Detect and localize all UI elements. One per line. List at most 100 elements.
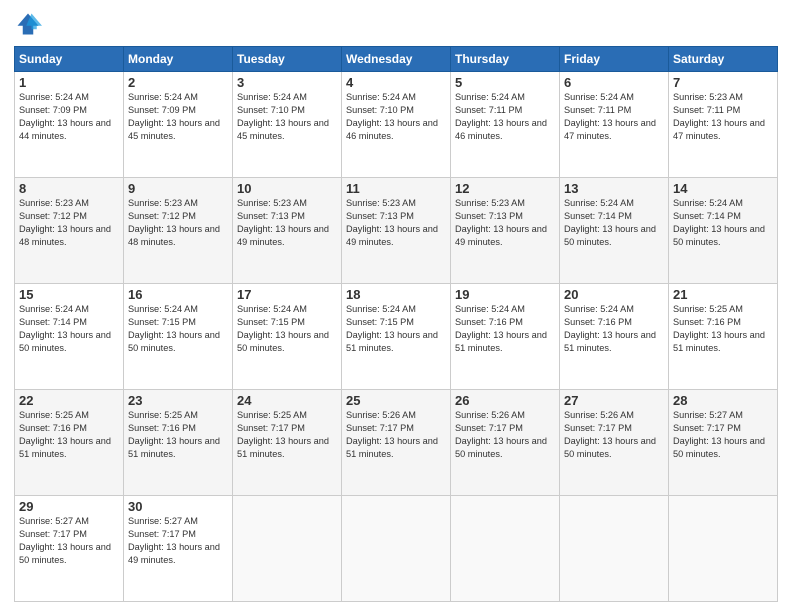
calendar-cell bbox=[451, 496, 560, 602]
calendar-cell bbox=[560, 496, 669, 602]
day-info: Sunrise: 5:24 AMSunset: 7:10 PMDaylight:… bbox=[346, 91, 446, 143]
day-number: 13 bbox=[564, 181, 664, 196]
calendar-week-row: 15Sunrise: 5:24 AMSunset: 7:14 PMDayligh… bbox=[15, 284, 778, 390]
logo-icon bbox=[14, 10, 42, 38]
calendar-cell: 21Sunrise: 5:25 AMSunset: 7:16 PMDayligh… bbox=[669, 284, 778, 390]
day-number: 22 bbox=[19, 393, 119, 408]
calendar-cell: 3Sunrise: 5:24 AMSunset: 7:10 PMDaylight… bbox=[233, 72, 342, 178]
day-info: Sunrise: 5:23 AMSunset: 7:12 PMDaylight:… bbox=[128, 197, 228, 249]
calendar-cell: 11Sunrise: 5:23 AMSunset: 7:13 PMDayligh… bbox=[342, 178, 451, 284]
day-number: 29 bbox=[19, 499, 119, 514]
calendar-cell: 22Sunrise: 5:25 AMSunset: 7:16 PMDayligh… bbox=[15, 390, 124, 496]
calendar-cell: 10Sunrise: 5:23 AMSunset: 7:13 PMDayligh… bbox=[233, 178, 342, 284]
calendar-cell bbox=[669, 496, 778, 602]
day-info: Sunrise: 5:24 AMSunset: 7:14 PMDaylight:… bbox=[564, 197, 664, 249]
day-number: 1 bbox=[19, 75, 119, 90]
day-info: Sunrise: 5:25 AMSunset: 7:16 PMDaylight:… bbox=[128, 409, 228, 461]
calendar-cell: 4Sunrise: 5:24 AMSunset: 7:10 PMDaylight… bbox=[342, 72, 451, 178]
calendar-cell: 26Sunrise: 5:26 AMSunset: 7:17 PMDayligh… bbox=[451, 390, 560, 496]
calendar-cell: 24Sunrise: 5:25 AMSunset: 7:17 PMDayligh… bbox=[233, 390, 342, 496]
calendar-cell bbox=[342, 496, 451, 602]
calendar-week-row: 1Sunrise: 5:24 AMSunset: 7:09 PMDaylight… bbox=[15, 72, 778, 178]
day-info: Sunrise: 5:25 AMSunset: 7:16 PMDaylight:… bbox=[673, 303, 773, 355]
day-info: Sunrise: 5:23 AMSunset: 7:12 PMDaylight:… bbox=[19, 197, 119, 249]
calendar-cell: 18Sunrise: 5:24 AMSunset: 7:15 PMDayligh… bbox=[342, 284, 451, 390]
day-number: 9 bbox=[128, 181, 228, 196]
header bbox=[14, 10, 778, 38]
day-number: 28 bbox=[673, 393, 773, 408]
day-number: 11 bbox=[346, 181, 446, 196]
day-info: Sunrise: 5:23 AMSunset: 7:13 PMDaylight:… bbox=[455, 197, 555, 249]
calendar-cell: 28Sunrise: 5:27 AMSunset: 7:17 PMDayligh… bbox=[669, 390, 778, 496]
calendar-cell: 7Sunrise: 5:23 AMSunset: 7:11 PMDaylight… bbox=[669, 72, 778, 178]
day-number: 16 bbox=[128, 287, 228, 302]
day-info: Sunrise: 5:26 AMSunset: 7:17 PMDaylight:… bbox=[564, 409, 664, 461]
calendar-cell: 30Sunrise: 5:27 AMSunset: 7:17 PMDayligh… bbox=[124, 496, 233, 602]
day-number: 26 bbox=[455, 393, 555, 408]
day-number: 10 bbox=[237, 181, 337, 196]
page: SundayMondayTuesdayWednesdayThursdayFrid… bbox=[0, 0, 792, 612]
weekday-header: Friday bbox=[560, 47, 669, 72]
day-info: Sunrise: 5:23 AMSunset: 7:11 PMDaylight:… bbox=[673, 91, 773, 143]
calendar-cell: 1Sunrise: 5:24 AMSunset: 7:09 PMDaylight… bbox=[15, 72, 124, 178]
day-info: Sunrise: 5:24 AMSunset: 7:16 PMDaylight:… bbox=[455, 303, 555, 355]
day-info: Sunrise: 5:23 AMSunset: 7:13 PMDaylight:… bbox=[346, 197, 446, 249]
calendar-cell: 16Sunrise: 5:24 AMSunset: 7:15 PMDayligh… bbox=[124, 284, 233, 390]
day-number: 24 bbox=[237, 393, 337, 408]
day-info: Sunrise: 5:24 AMSunset: 7:16 PMDaylight:… bbox=[564, 303, 664, 355]
calendar-week-row: 8Sunrise: 5:23 AMSunset: 7:12 PMDaylight… bbox=[15, 178, 778, 284]
day-info: Sunrise: 5:26 AMSunset: 7:17 PMDaylight:… bbox=[346, 409, 446, 461]
day-number: 19 bbox=[455, 287, 555, 302]
day-number: 8 bbox=[19, 181, 119, 196]
day-info: Sunrise: 5:24 AMSunset: 7:11 PMDaylight:… bbox=[564, 91, 664, 143]
day-info: Sunrise: 5:24 AMSunset: 7:09 PMDaylight:… bbox=[128, 91, 228, 143]
calendar-cell: 5Sunrise: 5:24 AMSunset: 7:11 PMDaylight… bbox=[451, 72, 560, 178]
day-number: 23 bbox=[128, 393, 228, 408]
weekday-header-row: SundayMondayTuesdayWednesdayThursdayFrid… bbox=[15, 47, 778, 72]
weekday-header: Sunday bbox=[15, 47, 124, 72]
weekday-header: Tuesday bbox=[233, 47, 342, 72]
weekday-header: Thursday bbox=[451, 47, 560, 72]
day-info: Sunrise: 5:25 AMSunset: 7:16 PMDaylight:… bbox=[19, 409, 119, 461]
day-info: Sunrise: 5:24 AMSunset: 7:15 PMDaylight:… bbox=[128, 303, 228, 355]
logo bbox=[14, 10, 46, 38]
calendar-cell: 29Sunrise: 5:27 AMSunset: 7:17 PMDayligh… bbox=[15, 496, 124, 602]
calendar-cell: 17Sunrise: 5:24 AMSunset: 7:15 PMDayligh… bbox=[233, 284, 342, 390]
day-number: 2 bbox=[128, 75, 228, 90]
calendar-cell: 13Sunrise: 5:24 AMSunset: 7:14 PMDayligh… bbox=[560, 178, 669, 284]
day-info: Sunrise: 5:27 AMSunset: 7:17 PMDaylight:… bbox=[19, 515, 119, 567]
calendar-cell: 23Sunrise: 5:25 AMSunset: 7:16 PMDayligh… bbox=[124, 390, 233, 496]
day-info: Sunrise: 5:24 AMSunset: 7:09 PMDaylight:… bbox=[19, 91, 119, 143]
weekday-header: Monday bbox=[124, 47, 233, 72]
day-number: 25 bbox=[346, 393, 446, 408]
calendar-cell: 6Sunrise: 5:24 AMSunset: 7:11 PMDaylight… bbox=[560, 72, 669, 178]
day-number: 12 bbox=[455, 181, 555, 196]
day-number: 14 bbox=[673, 181, 773, 196]
day-number: 27 bbox=[564, 393, 664, 408]
day-info: Sunrise: 5:25 AMSunset: 7:17 PMDaylight:… bbox=[237, 409, 337, 461]
day-info: Sunrise: 5:27 AMSunset: 7:17 PMDaylight:… bbox=[128, 515, 228, 567]
day-number: 30 bbox=[128, 499, 228, 514]
day-number: 18 bbox=[346, 287, 446, 302]
calendar-cell: 2Sunrise: 5:24 AMSunset: 7:09 PMDaylight… bbox=[124, 72, 233, 178]
day-info: Sunrise: 5:24 AMSunset: 7:15 PMDaylight:… bbox=[346, 303, 446, 355]
day-info: Sunrise: 5:24 AMSunset: 7:15 PMDaylight:… bbox=[237, 303, 337, 355]
calendar-cell: 12Sunrise: 5:23 AMSunset: 7:13 PMDayligh… bbox=[451, 178, 560, 284]
day-number: 3 bbox=[237, 75, 337, 90]
day-number: 20 bbox=[564, 287, 664, 302]
weekday-header: Saturday bbox=[669, 47, 778, 72]
day-info: Sunrise: 5:26 AMSunset: 7:17 PMDaylight:… bbox=[455, 409, 555, 461]
calendar-cell: 27Sunrise: 5:26 AMSunset: 7:17 PMDayligh… bbox=[560, 390, 669, 496]
day-info: Sunrise: 5:24 AMSunset: 7:10 PMDaylight:… bbox=[237, 91, 337, 143]
calendar-cell: 19Sunrise: 5:24 AMSunset: 7:16 PMDayligh… bbox=[451, 284, 560, 390]
calendar-cell: 14Sunrise: 5:24 AMSunset: 7:14 PMDayligh… bbox=[669, 178, 778, 284]
calendar-cell: 8Sunrise: 5:23 AMSunset: 7:12 PMDaylight… bbox=[15, 178, 124, 284]
day-number: 7 bbox=[673, 75, 773, 90]
day-info: Sunrise: 5:23 AMSunset: 7:13 PMDaylight:… bbox=[237, 197, 337, 249]
weekday-header: Wednesday bbox=[342, 47, 451, 72]
day-number: 5 bbox=[455, 75, 555, 90]
day-number: 6 bbox=[564, 75, 664, 90]
day-number: 17 bbox=[237, 287, 337, 302]
calendar-cell bbox=[233, 496, 342, 602]
calendar-cell: 25Sunrise: 5:26 AMSunset: 7:17 PMDayligh… bbox=[342, 390, 451, 496]
